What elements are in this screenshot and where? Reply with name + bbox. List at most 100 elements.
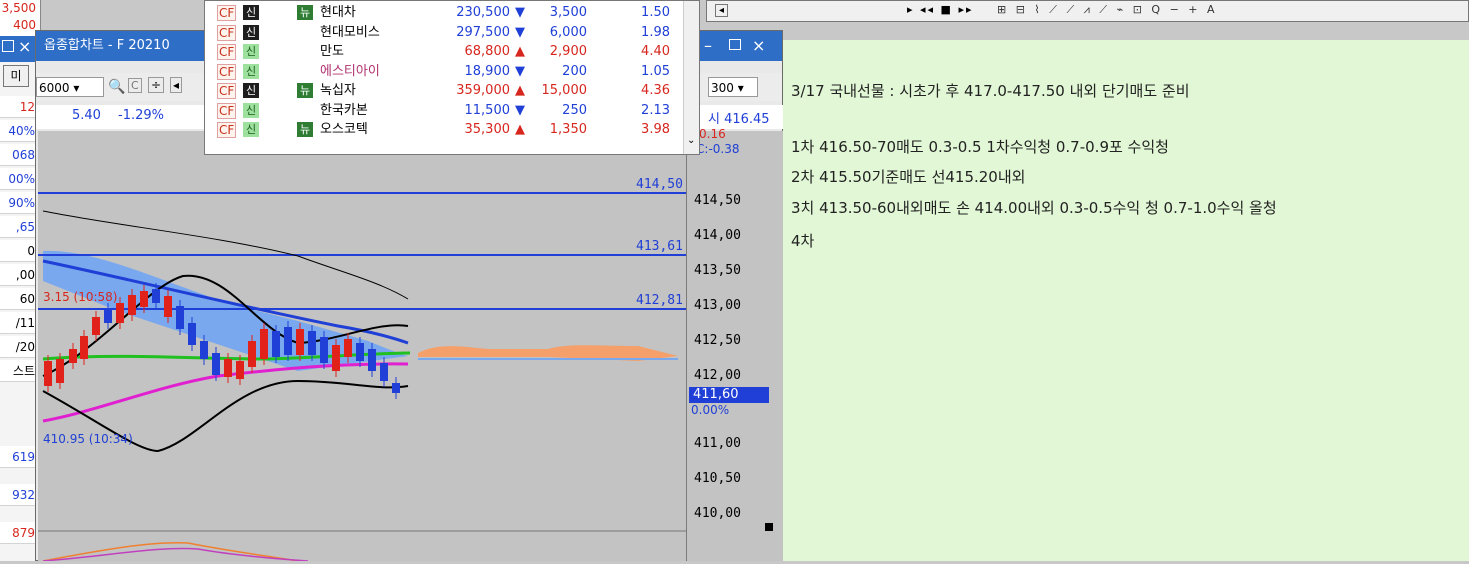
maximize-icon[interactable] <box>729 39 741 50</box>
credit-flag: CF <box>217 122 237 138</box>
stock-change: 1,350 <box>549 122 587 137</box>
indicator-line-2 <box>42 547 309 562</box>
stock-price: 230,500 <box>456 5 510 20</box>
change-arrow: ▲ <box>515 83 525 98</box>
change-arrow: ▼ <box>515 63 525 79</box>
chart-title: 옵종합차트 - F 20210 <box>44 38 170 53</box>
change-arrow: ▲ <box>515 122 525 137</box>
left-row: 068 <box>0 144 38 166</box>
toolbar-tool-icon[interactable]: C <box>128 78 142 93</box>
credit-flag: CF <box>217 5 237 21</box>
stock-price: 18,900 <box>464 63 511 79</box>
close-icon[interactable]: × <box>18 37 31 56</box>
left-button[interactable]: 미 <box>3 65 29 87</box>
stock-name: 에스티아이 <box>320 63 380 79</box>
trading-note-panel: 3/17 국내선물 : 시초가 후 417.0-417.50 내외 단기매도 준… <box>783 40 1469 561</box>
stock-price: 359,000 <box>456 83 510 98</box>
left-row: /20 <box>0 336 38 358</box>
left-top-block: 3,500 400 <box>0 0 40 36</box>
list-scrollbar[interactable]: ⌄ <box>683 1 699 154</box>
new-flag: 신 <box>243 122 259 137</box>
left-row: 12 <box>0 96 38 118</box>
low-annotation: 410.95 (10:34) <box>43 432 133 446</box>
stock-list-popup: CF 신 뉴 현대차 230,500 ▼ 3,500 1.50 CF 신 현대모비스 297,500 ▼… <box>204 0 700 155</box>
new-flag: 신 <box>243 102 259 118</box>
scroll-left-icon[interactable]: ◂ <box>170 77 183 93</box>
news-flag: 뉴 <box>297 122 313 137</box>
spin-icon[interactable]: ÷ <box>148 77 165 93</box>
close-icon[interactable]: × <box>752 31 765 61</box>
stock-row[interactable]: CF 신 뉴 오스코텍 35,300 ▲ 1,350 3.98 <box>205 120 685 139</box>
left-bottom-value: 932 <box>0 484 38 506</box>
y-tick-label: 411,00 <box>694 436 741 451</box>
new-flag: 신 <box>243 44 259 59</box>
note-line: 4차 <box>791 232 815 250</box>
stock-row[interactable]: CF 신 뉴 현대차 230,500 ▼ 3,500 1.50 <box>205 3 685 22</box>
stock-price: 297,500 <box>456 24 510 40</box>
minimize-icon[interactable]: – <box>704 31 712 61</box>
left-row: 60 <box>0 288 38 310</box>
open-price-label: 시 416.45 <box>708 112 770 127</box>
left-row: 40% <box>0 120 38 142</box>
left-row: ,65 <box>0 216 38 238</box>
y-tick-label: 412,00 <box>694 368 741 383</box>
stock-row[interactable]: CF 신 한국카본 11,500 ▼ 250 2.13 <box>205 101 685 120</box>
info-rate: -1.29% <box>118 108 164 123</box>
code-select[interactable]: 6000 ▾ <box>36 77 104 97</box>
period-select-value: 300 <box>711 81 734 95</box>
info-value: 5.40 <box>72 108 101 123</box>
stock-change: 15,000 <box>541 83 588 98</box>
panel-toggle-icon[interactable] <box>765 523 773 531</box>
stock-row[interactable]: CF 신 뉴 녹십자 359,000 ▲ 15,000 4.36 <box>205 81 685 100</box>
level-label-2: 413,61 <box>636 239 683 254</box>
stock-row[interactable]: CF 신 현대모비스 297,500 ▼ 6,000 1.98 <box>205 23 685 42</box>
current-pct: 0.00% <box>691 403 730 417</box>
drawing-tools-icons[interactable]: ⊞ ⊟ ⌇ ⟋ ⟋ ⩘ ⟋ ⌁ ⊡ Q − + A <box>997 3 1218 17</box>
change-arrow: ▲ <box>515 44 525 59</box>
stock-rate: 1.05 <box>641 63 670 79</box>
ichimoku-cloud <box>43 250 408 371</box>
new-flag: 신 <box>243 63 259 79</box>
y-tick-label: 410,00 <box>694 506 741 521</box>
left-row: 0 <box>0 240 38 262</box>
left-title-bar: × <box>0 36 40 62</box>
credit-flag: CF <box>217 24 237 41</box>
new-flag: 신 <box>243 24 259 40</box>
left-row: ,00 <box>0 264 38 286</box>
left-row: 00% <box>0 168 38 190</box>
high-annotation: 3.15 (10:58) <box>43 290 117 304</box>
maximize-icon[interactable] <box>2 40 14 52</box>
stock-name: 현대차 <box>320 5 356 20</box>
scroll-down-icon[interactable]: ⌄ <box>687 135 695 146</box>
stock-price: 68,800 <box>464 44 511 59</box>
stock-name: 오스코텍 <box>320 122 368 137</box>
period-select[interactable]: 300 ▾ <box>708 77 758 97</box>
y-tick-label: 414,00 <box>694 228 741 243</box>
stock-row[interactable]: CF 신 만도 68,800 ▲ 2,900 4.40 <box>205 42 685 61</box>
price-chart-plot[interactable]: 414,50 413,61 412,81 3.15 (10:58) 410.95… <box>38 131 688 562</box>
stock-name: 한국카본 <box>320 102 368 118</box>
stock-price: 11,500 <box>464 102 511 118</box>
y-tick-label: 413,50 <box>694 263 741 278</box>
note-line: 1차 416.50-70매도 0.3-0.5 1차수익청 0.7-0.9포 수익… <box>791 138 1169 156</box>
left-bottom-value: 619 <box>0 446 38 468</box>
level-label-3: 412,81 <box>636 293 683 308</box>
stock-change: 3,500 <box>549 5 587 20</box>
stock-change: 250 <box>562 102 587 118</box>
stock-name: 녹십자 <box>320 83 356 98</box>
search-icon[interactable]: 🔍 <box>108 79 125 95</box>
playback-controls-icon[interactable]: ▸ ◂◂ ■ ▸▸ <box>907 3 974 16</box>
stock-rate: 4.36 <box>641 83 670 98</box>
credit-flag: CF <box>217 102 237 119</box>
note-line: 3치 413.50-60내외매도 손 414.00내외 0.3-0.5수익 청 … <box>791 199 1277 217</box>
level-label-1: 414,50 <box>636 177 683 192</box>
left-bottom-value: 879 <box>0 522 38 544</box>
stock-row[interactable]: CF 신 에스티아이 18,900 ▼ 200 1.05 <box>205 62 685 81</box>
y-tick-label: 414,50 <box>694 193 741 208</box>
stock-rate: 3.98 <box>641 122 670 137</box>
new-flag: 신 <box>243 83 259 98</box>
price-chart-svg: 414,50 413,61 412,81 3.15 (10:58) 410.95… <box>38 177 688 562</box>
current-price: 411,60 <box>693 387 739 402</box>
stock-rate: 1.50 <box>641 5 670 20</box>
scroll-left-icon[interactable]: ◂ <box>715 4 729 17</box>
